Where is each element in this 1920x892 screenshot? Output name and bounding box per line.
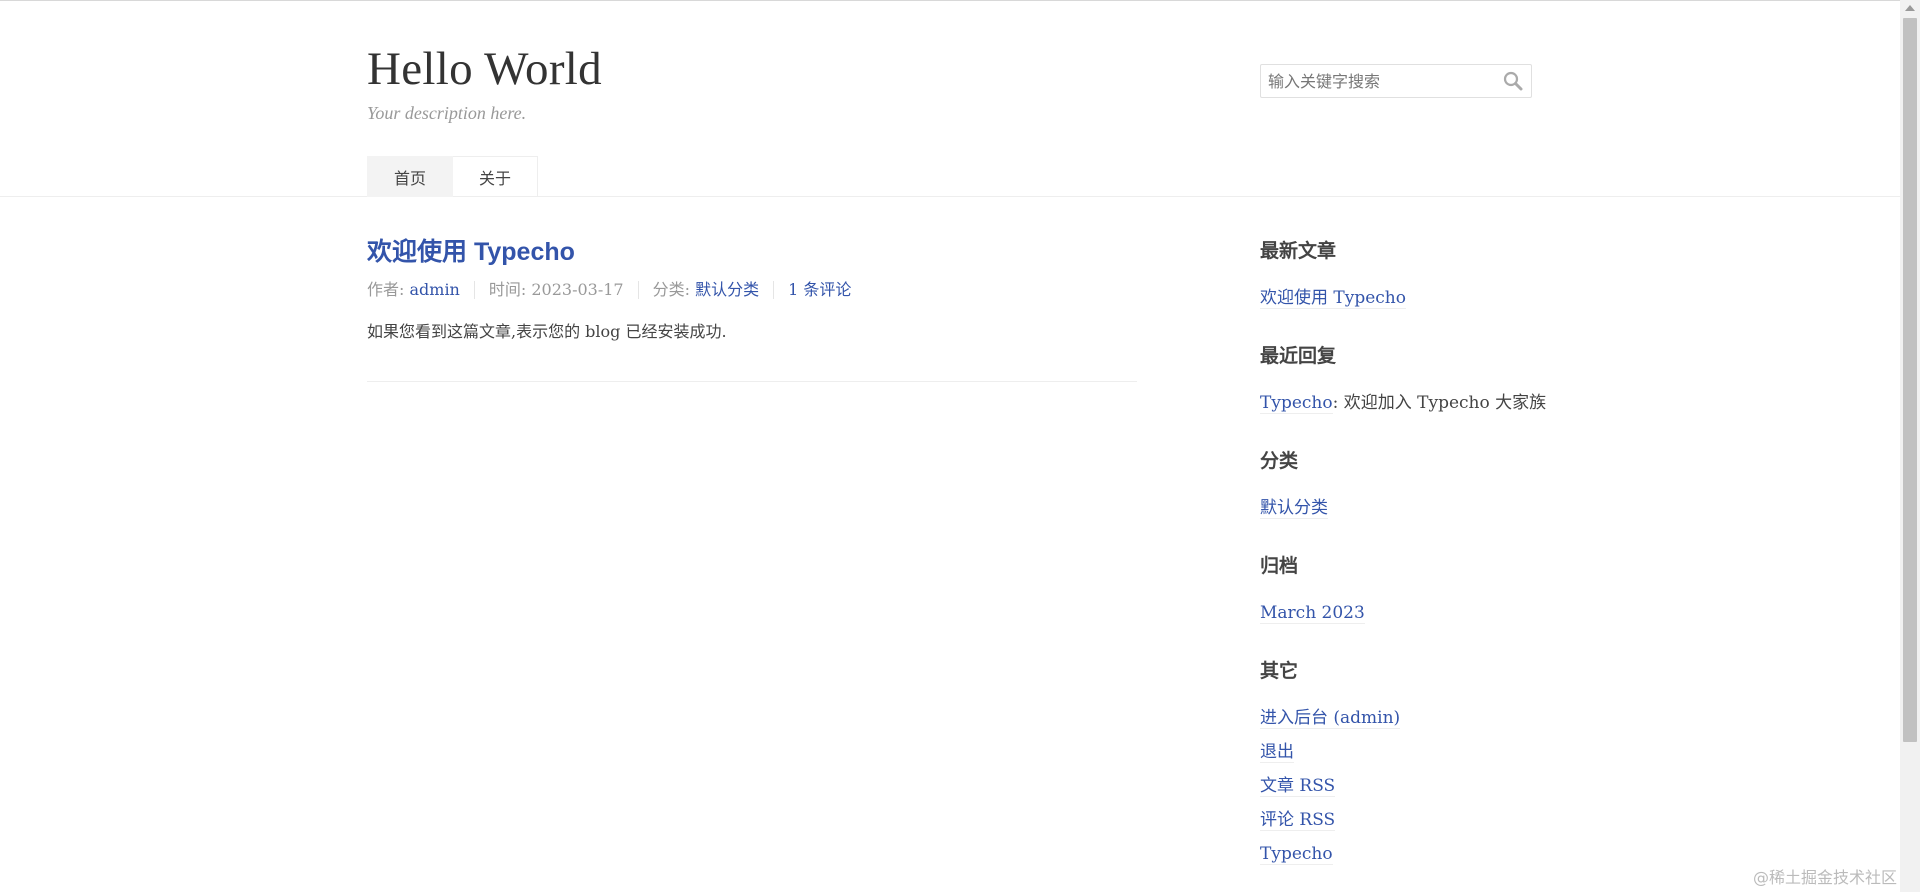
list-item: 评论 RSS (1260, 803, 1560, 837)
site-header: Hello World Your description here. 首页 关于 (0, 0, 1900, 197)
category-link[interactable]: 默认分类 (1260, 498, 1328, 519)
main-nav: 首页 关于 (367, 156, 539, 197)
list-item: Typecho: 欢迎加入 Typecho 大家族 (1260, 386, 1560, 420)
recent-post-link[interactable]: 欢迎使用 Typecho (1260, 288, 1406, 309)
post-entry: 欢迎使用 Typecho 作者: admin 时间: 2023-03-17 分类… (367, 232, 1137, 342)
search-button[interactable] (1495, 65, 1531, 97)
typecho-link[interactable]: Typecho (1260, 844, 1333, 865)
posts-rss-link[interactable]: 文章 RSS (1260, 776, 1336, 797)
list-item: 进入后台 (admin) (1260, 701, 1560, 735)
vertical-scrollbar[interactable] (1900, 0, 1920, 892)
categories-list: 默认分类 (1260, 491, 1560, 525)
widget-title: 归档 (1260, 555, 1299, 577)
archives-list: March 2023 (1260, 596, 1560, 630)
sidebar: 最新文章 欢迎使用 Typecho 最近回复 Typecho: 欢迎加入 Typ… (1260, 236, 1560, 892)
search-form (1260, 64, 1532, 98)
watermark: @稀土掘金技术社区 (1753, 868, 1898, 887)
nav-item-home[interactable]: 首页 (367, 156, 454, 197)
time-label: 时间: (488, 280, 532, 299)
widget-archives: 归档 March 2023 (1260, 551, 1560, 630)
time-value: 2023-03-17 (531, 280, 624, 299)
magnifier-icon (1503, 71, 1523, 91)
author-label: 作者: (367, 280, 410, 299)
site-description: Your description here. (367, 103, 527, 123)
scroll-up-arrow-icon[interactable] (1905, 5, 1915, 11)
widget-title: 最近回复 (1260, 345, 1337, 367)
archive-link[interactable]: March 2023 (1260, 603, 1365, 624)
category-label: 分类: (652, 280, 696, 299)
site-title[interactable]: Hello World (367, 42, 602, 96)
post-category: 分类: 默认分类 (637, 280, 774, 299)
post-time: 时间: 2023-03-17 (473, 280, 638, 299)
widget-title: 最新文章 (1260, 240, 1337, 262)
post-title[interactable]: 欢迎使用 Typecho (367, 232, 1137, 268)
category-link[interactable]: 默认分类 (695, 280, 759, 299)
comments-link[interactable]: 1 条评论 (788, 280, 851, 299)
list-item: 默认分类 (1260, 491, 1560, 525)
list-item: 退出 (1260, 735, 1560, 769)
list-item: 文章 RSS (1260, 769, 1560, 803)
comments-rss-link[interactable]: 评论 RSS (1260, 810, 1336, 831)
widget-recent-posts: 最新文章 欢迎使用 Typecho (1260, 236, 1560, 315)
post-divider (367, 381, 1137, 382)
widget-title: 分类 (1260, 450, 1299, 472)
misc-list: 进入后台 (admin) 退出 文章 RSS 评论 RSS Typecho (1260, 701, 1560, 871)
comment-text: : 欢迎加入 Typecho 大家族 (1332, 393, 1547, 413)
post-author: 作者: admin (367, 281, 474, 299)
post-content: 如果您看到这篇文章,表示您的 blog 已经安装成功. (367, 322, 727, 341)
post-meta: 作者: admin 时间: 2023-03-17 分类: 默认分类 1 条评论 (367, 281, 1137, 299)
nav-item-about[interactable]: 关于 (453, 156, 539, 197)
comment-author-link[interactable]: Typecho (1260, 393, 1333, 414)
widget-categories: 分类 默认分类 (1260, 446, 1560, 525)
list-item: 欢迎使用 Typecho (1260, 281, 1560, 315)
widget-misc: 其它 进入后台 (admin) 退出 文章 RSS 评论 RSS Typecho (1260, 656, 1560, 871)
recent-posts-list: 欢迎使用 Typecho (1260, 281, 1560, 315)
widget-title: 其它 (1260, 660, 1299, 682)
search-input[interactable] (1261, 65, 1493, 97)
recent-comments-list: Typecho: 欢迎加入 Typecho 大家族 (1260, 386, 1560, 420)
widget-recent-comments: 最近回复 Typecho: 欢迎加入 Typecho 大家族 (1260, 341, 1560, 420)
list-item: Typecho (1260, 837, 1560, 871)
logout-link[interactable]: 退出 (1260, 742, 1294, 763)
admin-link[interactable]: 进入后台 (admin) (1260, 708, 1401, 729)
author-link[interactable]: admin (409, 280, 459, 299)
scrollbar-thumb[interactable] (1903, 18, 1917, 742)
post-comments: 1 条评论 (773, 281, 865, 299)
list-item: March 2023 (1260, 596, 1560, 630)
